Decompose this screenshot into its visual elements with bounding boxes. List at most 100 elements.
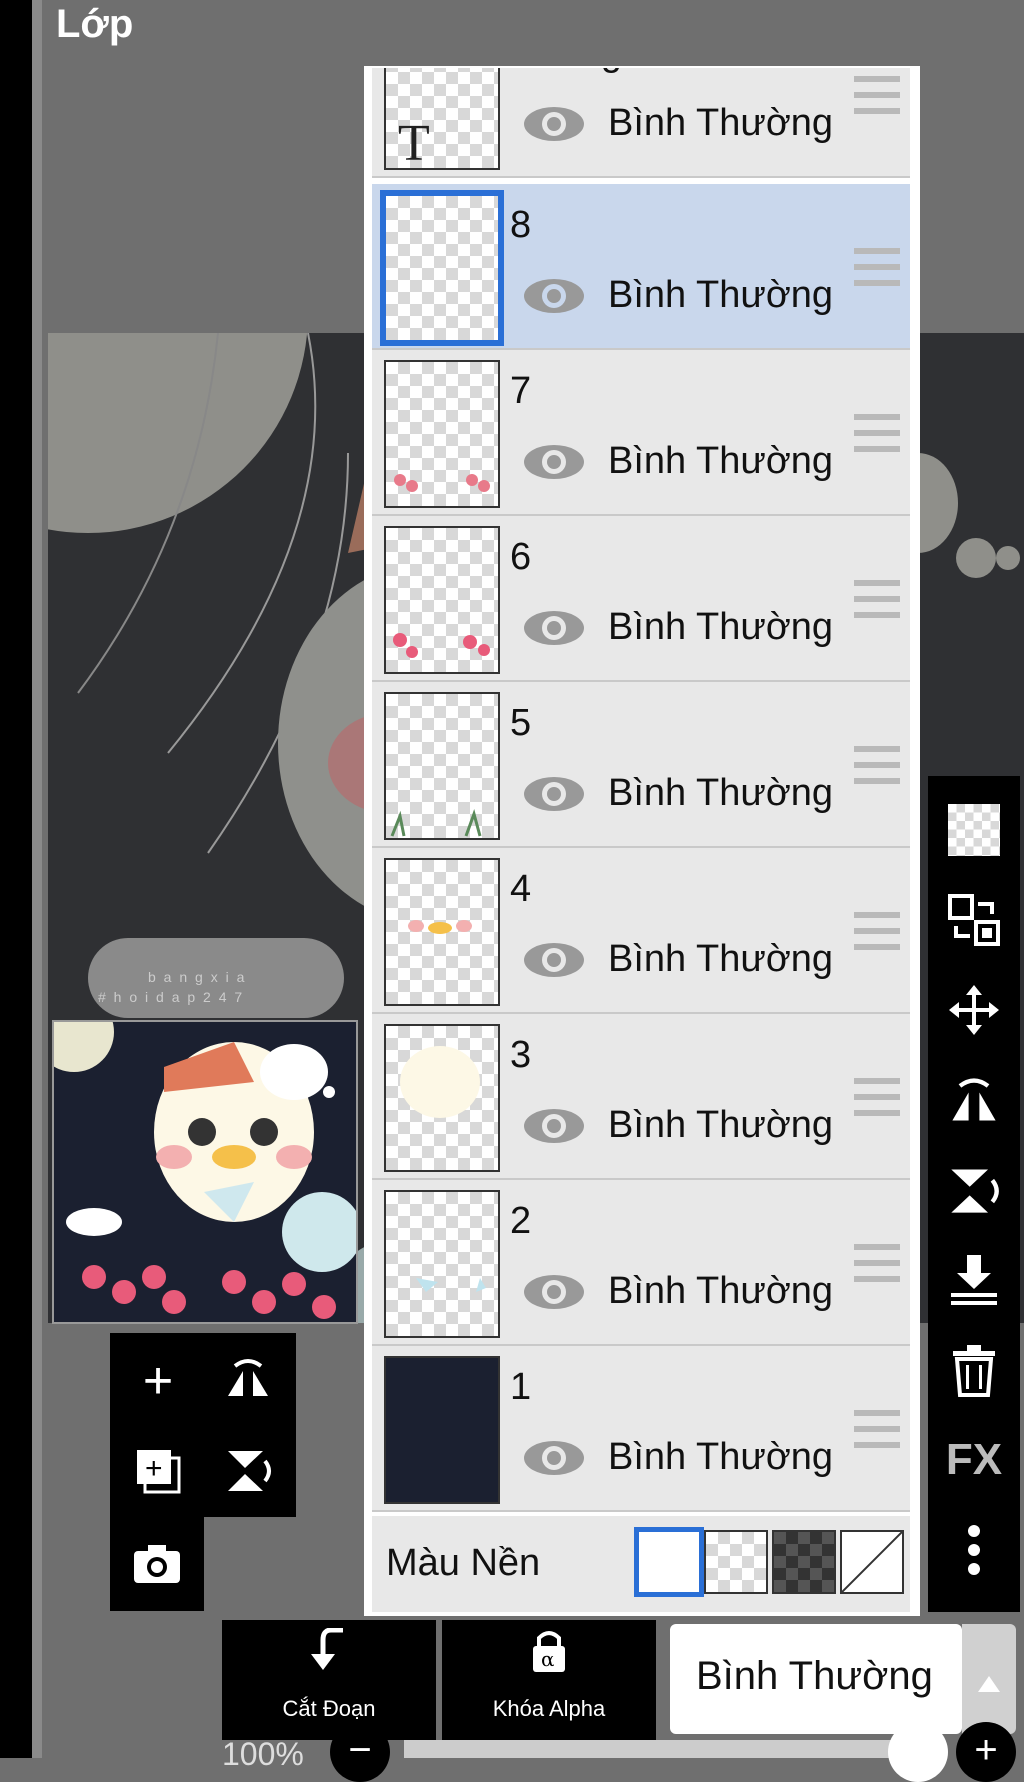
layer-name: 2: [510, 1200, 532, 1242]
layer-row-7[interactable]: 7 Bình Thường: [372, 350, 910, 516]
drag-handle-icon[interactable]: [854, 1410, 900, 1452]
drag-handle-icon[interactable]: [854, 580, 900, 622]
layer-name: 4: [510, 868, 532, 910]
layer-thumbnail: [384, 360, 500, 508]
opacity-value: 100%: [222, 1736, 304, 1772]
layer-blend-mode: Bình Thường: [608, 772, 834, 814]
drag-handle-icon[interactable]: [854, 414, 900, 456]
flip-vertical-icon[interactable]: [928, 1146, 1020, 1234]
trash-icon[interactable]: [928, 1326, 1020, 1414]
opacity-increase-button[interactable]: +: [956, 1722, 1016, 1782]
svg-text:+: +: [145, 1452, 163, 1485]
drag-handle-icon[interactable]: [854, 1244, 900, 1286]
opacity-slider-thumb[interactable]: [888, 1722, 948, 1782]
flip-horizontal-icon[interactable]: [928, 1056, 1020, 1144]
visibility-eye-icon[interactable]: [522, 940, 586, 980]
drag-handle-icon[interactable]: [854, 1078, 900, 1120]
drag-handle-icon[interactable]: [854, 248, 900, 290]
layer-blend-mode: Bình Thường: [608, 274, 834, 316]
layer-row-3[interactable]: 3 Bình Thường: [372, 1014, 910, 1180]
watermark-line1: b a n g x i a: [148, 969, 247, 985]
flip-vertical-icon[interactable]: [208, 1431, 288, 1511]
clipping-label: Cắt Đoạn: [282, 1696, 376, 1721]
drag-handle-icon[interactable]: [854, 912, 900, 954]
drag-handle-icon[interactable]: [854, 76, 900, 118]
drag-handle-icon[interactable]: [854, 746, 900, 788]
chevron-up-icon: [978, 1676, 1000, 1692]
layer-name: 3: [510, 1034, 532, 1076]
add-layer-icon[interactable]: +: [118, 1341, 198, 1421]
layer-row-4[interactable]: 4 Bình Thường: [372, 848, 910, 1014]
visibility-eye-icon[interactable]: [522, 1438, 586, 1478]
layer-thumbnail: [380, 190, 504, 346]
alpha-lock-label: Khóa Alpha: [492, 1696, 606, 1721]
background-color-label: Màu Nền: [386, 1542, 541, 1584]
move-icon[interactable]: [928, 966, 1020, 1054]
layer-name: Hoang Xia: [510, 68, 687, 75]
fx-button[interactable]: FX: [928, 1416, 1020, 1504]
layer-blend-mode: Bình Thường: [608, 440, 834, 482]
camera-icon[interactable]: [117, 1524, 197, 1604]
blend-mode-value: Bình Thường: [696, 1654, 933, 1698]
bg-option-none[interactable]: [840, 1530, 904, 1594]
visibility-eye-icon[interactable]: [522, 1272, 586, 1312]
visibility-eye-icon[interactable]: [522, 1106, 586, 1146]
background-color-row: Màu Nền: [372, 1516, 910, 1612]
layer-row-5[interactable]: 5 Bình Thường: [372, 682, 910, 848]
layer-thumbnail: [384, 692, 500, 840]
watermark-line2: # h o i d a p 2 4 7: [98, 989, 245, 1005]
clip-arrow-icon: [222, 1627, 436, 1685]
layer-thumbnail: [384, 1024, 500, 1172]
blend-mode-dropdown-button[interactable]: [962, 1624, 1016, 1734]
layer-thumbnail: [384, 1190, 500, 1338]
layer-transfer-icon[interactable]: [928, 876, 1020, 964]
blend-mode-select[interactable]: Bình Thường: [670, 1624, 962, 1734]
layer-name: 7: [510, 370, 532, 412]
layer-name: 1: [510, 1366, 532, 1408]
layer-panel: T Hoang Xia Bình Thường 8 Bình Thường 7 …: [364, 66, 920, 1616]
flip-horizontal-icon[interactable]: [208, 1341, 288, 1421]
layer-row-text[interactable]: T Hoang Xia Bình Thường: [372, 68, 910, 178]
preview-artwork: [54, 1022, 356, 1322]
layer-name: 8: [510, 204, 532, 246]
left-edge-border: [32, 0, 42, 1758]
add-copy-layer-icon[interactable]: +: [118, 1431, 198, 1511]
bg-option-transparent-light[interactable]: [704, 1530, 768, 1594]
layer-blend-mode: Bình Thường: [608, 1270, 834, 1312]
checker-transparency-icon[interactable]: [928, 786, 1020, 874]
right-toolbar: FX: [928, 776, 1020, 1612]
layer-name: 6: [510, 536, 532, 578]
layer-row-6[interactable]: 6 Bình Thường: [372, 516, 910, 682]
opacity-slider[interactable]: [404, 1740, 924, 1758]
visibility-eye-icon[interactable]: [522, 276, 586, 316]
layer-blend-mode: Bình Thường: [608, 1104, 834, 1146]
clipping-button[interactable]: Cắt Đoạn: [222, 1620, 436, 1740]
layer-blend-mode: Bình Thường: [608, 938, 834, 980]
visibility-eye-icon[interactable]: [522, 104, 586, 144]
layer-row-2[interactable]: 2 Bình Thường: [372, 1180, 910, 1346]
preview-thumbnail[interactable]: [52, 1020, 358, 1324]
layer-thumbnail: [384, 858, 500, 1006]
visibility-eye-icon[interactable]: [522, 608, 586, 648]
alpha-lock-button[interactable]: α Khóa Alpha: [442, 1620, 656, 1740]
left-edge-strip: [0, 0, 32, 1758]
left-tool-panel: + +: [110, 1333, 296, 1517]
merge-down-icon[interactable]: [928, 1236, 1020, 1324]
layer-thumbnail: T: [384, 68, 500, 172]
bg-option-white[interactable]: [634, 1527, 704, 1597]
page-title: Lớp: [56, 2, 134, 46]
visibility-eye-icon[interactable]: [522, 774, 586, 814]
visibility-eye-icon[interactable]: [522, 442, 586, 482]
layer-blend-mode: Bình Thường: [608, 1436, 834, 1478]
more-options-icon[interactable]: [928, 1506, 1020, 1594]
svg-text:α: α: [541, 1647, 555, 1671]
bg-option-transparent-dark[interactable]: [772, 1530, 836, 1594]
layer-row-8[interactable]: 8 Bình Thường: [372, 184, 910, 350]
layer-blend-mode: Bình Thường: [608, 102, 834, 144]
layer-thumbnail: [384, 526, 500, 674]
layer-thumbnail: [384, 1356, 500, 1504]
alpha-lock-icon: α: [442, 1628, 656, 1685]
layer-name: 5: [510, 702, 532, 744]
opacity-decrease-button[interactable]: −: [330, 1722, 390, 1782]
layer-row-1[interactable]: 1 Bình Thường: [372, 1346, 910, 1512]
